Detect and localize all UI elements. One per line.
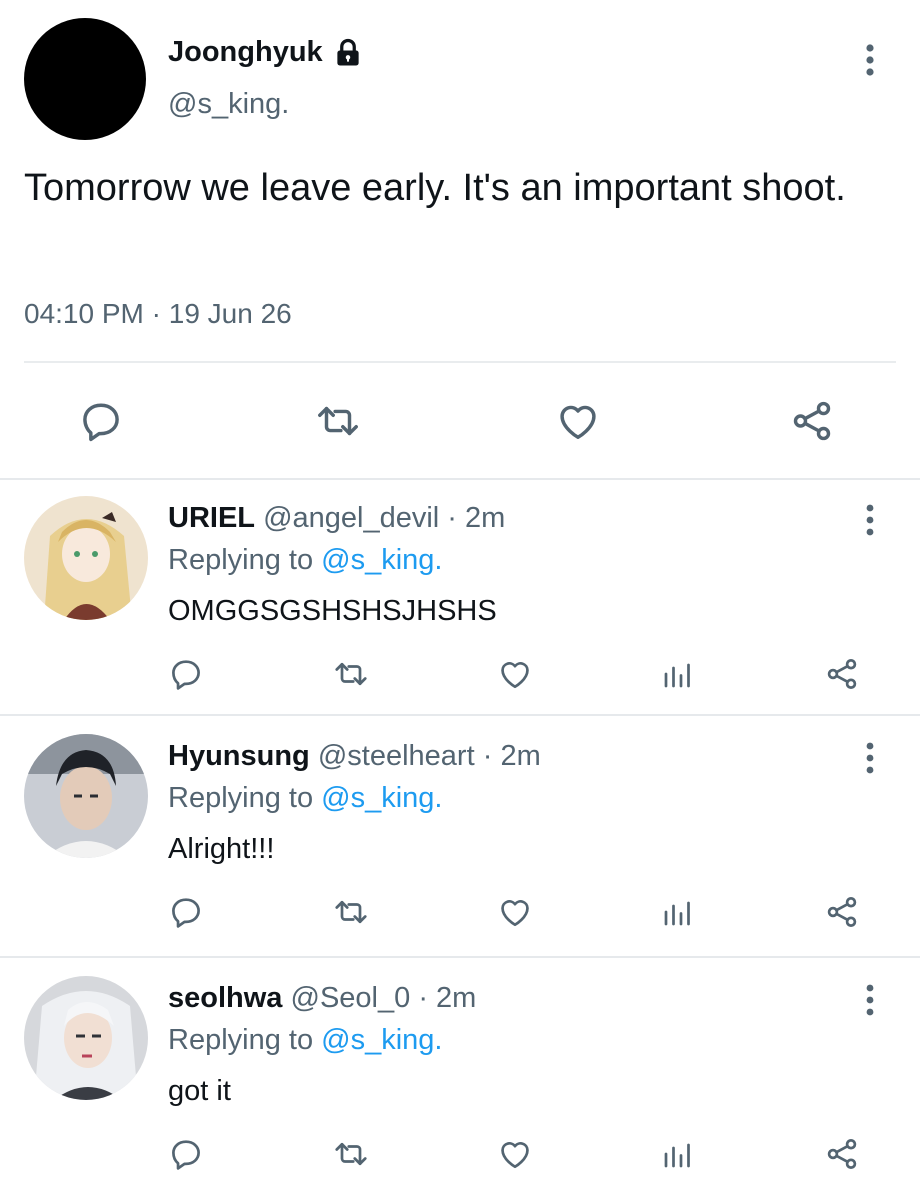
replying-to: Replying to @s_king. <box>168 544 442 577</box>
replying-to-link[interactable]: @s_king. <box>321 1024 442 1056</box>
reply-author-name[interactable]: URIEL <box>168 502 255 534</box>
retweet-icon[interactable] <box>333 1136 369 1172</box>
replying-to: Replying to @s_king. <box>168 1024 442 1057</box>
retweet-icon[interactable] <box>315 398 361 444</box>
author-row: Joonghyuk <box>168 36 363 69</box>
meta-separator: · <box>151 298 161 329</box>
reply-header: URIEL @angel_devil · 2m <box>168 502 505 535</box>
replying-to-label: Replying to <box>168 782 314 814</box>
reply-header: Hyunsung @steelheart · 2m <box>168 740 541 773</box>
reply-text: OMGGSGSHSHSJHSHS <box>168 595 497 627</box>
reply-time: 2m <box>500 740 541 772</box>
divider <box>0 714 920 716</box>
lock-icon <box>333 38 363 68</box>
reply-tweet[interactable]: seolhwa @Seol_0 · 2m Replying to @s_king… <box>0 960 920 1200</box>
share-icon[interactable] <box>824 894 860 930</box>
tweet-timestamp: 04:10 PM · 19 Jun 26 <box>24 298 292 330</box>
reply-icon[interactable] <box>168 894 204 930</box>
more-vertical-icon[interactable] <box>858 42 882 78</box>
reply-author-handle[interactable]: @steelheart <box>318 740 475 772</box>
reply-icon[interactable] <box>168 656 204 692</box>
like-icon[interactable] <box>497 1136 533 1172</box>
replying-to: Replying to @s_king. <box>168 782 442 815</box>
like-icon[interactable] <box>555 398 601 444</box>
tweet-text: Tomorrow we leave early. It's an importa… <box>24 167 846 209</box>
main-tweet: Joonghyuk @s_king. Tomorrow we leave ear… <box>0 0 920 478</box>
like-icon[interactable] <box>497 894 533 930</box>
more-vertical-icon[interactable] <box>858 982 882 1018</box>
avatar[interactable] <box>24 734 148 858</box>
reply-time: 2m <box>465 502 506 534</box>
reply-author-handle[interactable]: @angel_devil <box>263 502 439 534</box>
share-icon[interactable] <box>824 656 860 692</box>
meta-separator: · <box>418 982 428 1014</box>
reply-icon[interactable] <box>78 398 124 444</box>
author-handle[interactable]: @s_king. <box>168 88 289 121</box>
reply-icon[interactable] <box>168 1136 204 1172</box>
divider <box>24 361 896 363</box>
meta-separator: · <box>482 740 493 772</box>
avatar[interactable] <box>24 18 146 140</box>
meta-separator: · <box>447 502 457 534</box>
reply-time: 2m <box>436 982 477 1014</box>
analytics-icon[interactable] <box>660 656 696 692</box>
author-name[interactable]: Joonghyuk <box>168 36 323 69</box>
more-vertical-icon[interactable] <box>858 502 882 538</box>
retweet-icon[interactable] <box>333 656 369 692</box>
analytics-icon[interactable] <box>660 894 696 930</box>
reply-tweet[interactable]: Hyunsung @steelheart · 2m Replying to @s… <box>0 718 920 958</box>
replying-to-link[interactable]: @s_king. <box>321 782 442 814</box>
divider <box>0 956 920 958</box>
reply-tweet[interactable]: URIEL @angel_devil · 2m Replying to @s_k… <box>0 480 920 720</box>
avatar[interactable] <box>24 496 148 620</box>
analytics-icon[interactable] <box>660 1136 696 1172</box>
reply-author-name[interactable]: seolhwa <box>168 982 282 1014</box>
reply-author-name[interactable]: Hyunsung <box>168 740 310 772</box>
share-icon[interactable] <box>789 398 835 444</box>
replying-to-label: Replying to <box>168 544 314 576</box>
reply-header: seolhwa @Seol_0 · 2m <box>168 982 476 1015</box>
tweet-date: 19 Jun 26 <box>168 298 292 329</box>
replying-to-label: Replying to <box>168 1024 314 1056</box>
replying-to-link[interactable]: @s_king. <box>321 544 442 576</box>
share-icon[interactable] <box>824 1136 860 1172</box>
more-vertical-icon[interactable] <box>858 740 882 776</box>
reply-author-handle[interactable]: @Seol_0 <box>291 982 411 1014</box>
reply-text: got it <box>168 1075 231 1107</box>
avatar[interactable] <box>24 976 148 1100</box>
tweet-time: 04:10 PM <box>24 298 144 329</box>
retweet-icon[interactable] <box>333 894 369 930</box>
reply-text: Alright!!! <box>168 833 275 865</box>
like-icon[interactable] <box>497 656 533 692</box>
